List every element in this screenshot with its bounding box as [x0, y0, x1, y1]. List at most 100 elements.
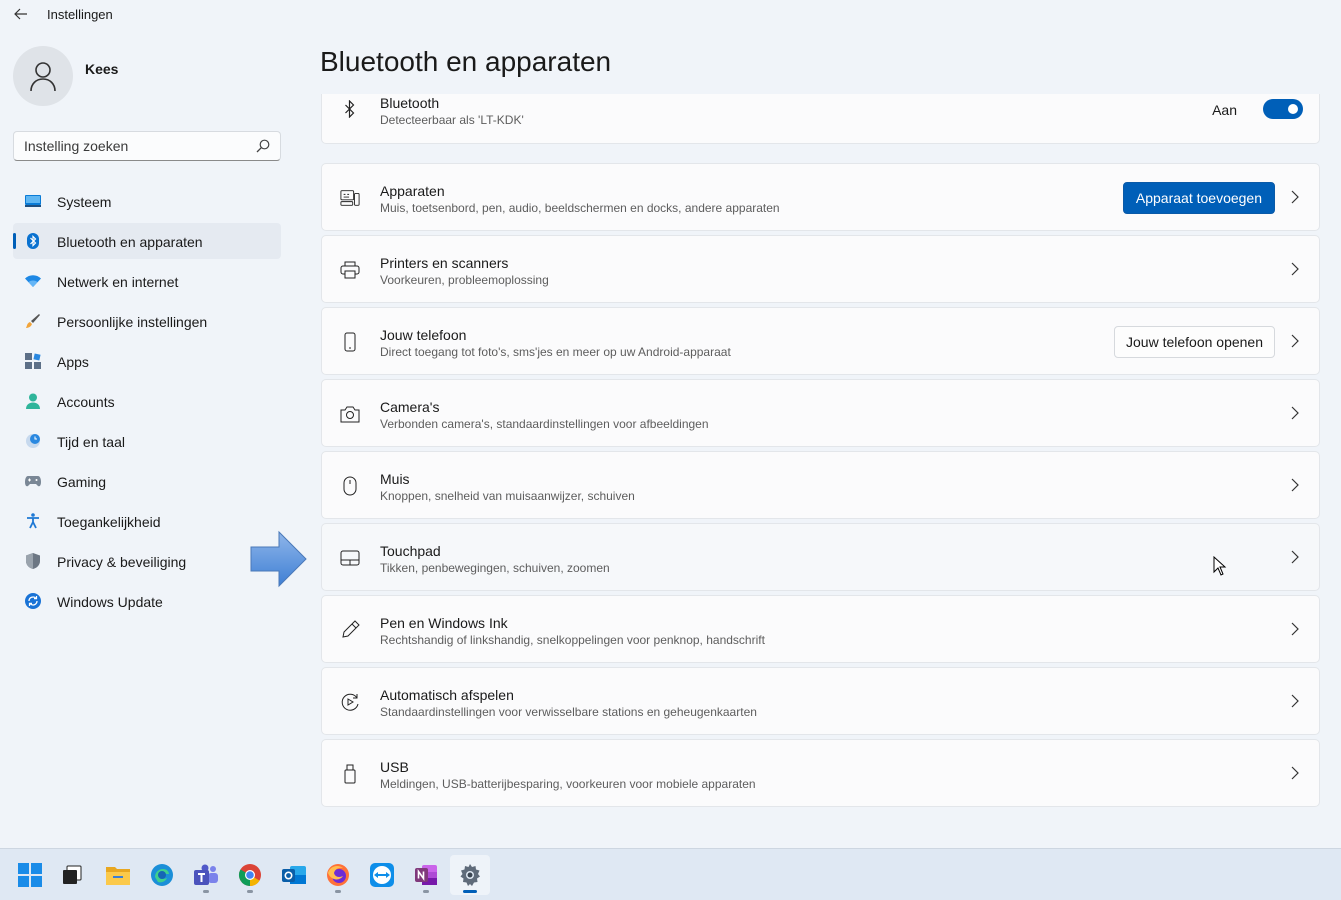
user-name: Kees — [85, 61, 119, 77]
search-box[interactable] — [13, 131, 281, 161]
card-title: Pen en Windows Ink — [380, 615, 508, 631]
sidebar-item-toegankelijkheid[interactable]: Toegankelijkheid — [13, 503, 281, 539]
sidebar-item-label: Persoonlijke instellingen — [57, 314, 208, 330]
taskbar-teams[interactable] — [186, 855, 226, 895]
open-phone-button[interactable]: Jouw telefoon openen — [1114, 326, 1275, 358]
back-arrow-icon — [14, 8, 27, 20]
taskbar-onenote[interactable] — [406, 855, 446, 895]
taskbar-file-explorer[interactable] — [98, 855, 138, 895]
card-title: Camera's — [380, 399, 440, 415]
gamepad-icon — [25, 473, 41, 489]
sidebar-item-tijd-taal[interactable]: Tijd en taal — [13, 423, 281, 459]
taskbar-teamviewer[interactable] — [362, 855, 402, 895]
card-pen-windows-ink[interactable]: Pen en Windows Ink Rechtshandig of links… — [321, 595, 1320, 663]
phone-icon — [340, 332, 360, 352]
card-touchpad[interactable]: Touchpad Tikken, penbewegingen, schuiven… — [321, 523, 1320, 591]
sidebar-item-label: Apps — [57, 354, 89, 370]
chevron-right-icon — [1291, 694, 1299, 708]
settings-gear-icon — [460, 864, 480, 886]
apps-icon — [25, 353, 41, 369]
card-subtitle: Verbonden camera's, standaardinstellinge… — [380, 417, 709, 431]
firefox-icon — [327, 864, 349, 886]
card-subtitle: Knoppen, snelheid van muisaanwijzer, sch… — [380, 489, 635, 503]
sidebar-item-apps[interactable]: Apps — [13, 343, 281, 379]
taskbar-settings[interactable] — [450, 855, 490, 895]
taskbar-outlook[interactable] — [274, 855, 314, 895]
bluetooth-icon — [340, 99, 360, 119]
taskbar-firefox[interactable] — [318, 855, 358, 895]
chevron-right-icon — [1291, 622, 1299, 636]
teams-icon — [194, 864, 218, 885]
sidebar-item-privacy[interactable]: Privacy & beveiliging — [13, 543, 281, 579]
taskbar — [0, 848, 1341, 900]
card-subtitle: Standaardinstellingen voor verwisselbare… — [380, 705, 757, 719]
printer-icon — [340, 260, 360, 280]
toggle-state-label: Aan — [1212, 102, 1237, 118]
sidebar-item-label: Windows Update — [57, 594, 163, 610]
sidebar-item-label: Tijd en taal — [57, 434, 125, 450]
sidebar-item-gaming[interactable]: Gaming — [13, 463, 281, 499]
card-automatisch-afspelen[interactable]: Automatisch afspelen Standaardinstelling… — [321, 667, 1320, 735]
search-icon[interactable] — [256, 139, 270, 153]
card-muis[interactable]: Muis Knoppen, snelheid van muisaanwijzer… — [321, 451, 1320, 519]
sidebar-item-windows-update[interactable]: Windows Update — [13, 583, 281, 619]
sidebar-item-persoonlijk[interactable]: Persoonlijke instellingen — [13, 303, 281, 339]
sidebar-item-accounts[interactable]: Accounts — [13, 383, 281, 419]
back-button[interactable] — [8, 3, 34, 25]
sidebar-item-label: Systeem — [57, 194, 112, 210]
card-apparaten[interactable]: Apparaten Muis, toetsenbord, pen, audio,… — [321, 163, 1320, 231]
chevron-right-icon — [1291, 766, 1299, 780]
edge-icon — [151, 864, 173, 886]
taskbar-start[interactable] — [10, 855, 50, 895]
bluetooth-icon — [25, 233, 41, 249]
camera-icon — [340, 404, 360, 424]
sidebar-item-label: Netwerk en internet — [57, 274, 179, 290]
sidebar-item-netwerk[interactable]: Netwerk en internet — [13, 263, 281, 299]
chevron-right-icon — [1291, 262, 1299, 276]
page-title: Bluetooth en apparaten — [320, 46, 612, 77]
mouse-cursor-icon — [1213, 556, 1227, 576]
chevron-right-icon — [1291, 190, 1299, 204]
card-jouw-telefoon[interactable]: Jouw telefoon Direct toegang tot foto's,… — [321, 307, 1320, 375]
brush-icon — [25, 313, 41, 329]
running-indicator — [335, 890, 341, 893]
monitor-icon — [25, 193, 41, 209]
bluetooth-toggle[interactable] — [1263, 99, 1303, 119]
taskbar-task-view[interactable] — [52, 855, 92, 895]
outlook-icon — [282, 866, 306, 884]
wifi-icon — [25, 273, 41, 289]
task-view-icon — [63, 865, 82, 884]
card-subtitle: Muis, toetsenbord, pen, audio, beeldsche… — [380, 201, 780, 215]
chevron-right-icon — [1291, 406, 1299, 420]
card-title: USB — [380, 759, 409, 775]
windows-start-icon — [18, 863, 42, 887]
taskbar-chrome[interactable] — [230, 855, 270, 895]
folder-icon — [106, 867, 130, 885]
sidebar-nav: Systeem Bluetooth en apparaten Netwerk e… — [13, 183, 281, 623]
pen-icon — [340, 620, 360, 640]
avatar[interactable] — [13, 46, 73, 106]
taskbar-edge[interactable] — [142, 855, 182, 895]
card-subtitle: Meldingen, USB-batterijbesparing, voorke… — [380, 777, 756, 791]
app-title: Instellingen — [47, 7, 113, 22]
card-usb[interactable]: USB Meldingen, USB-batterijbesparing, vo… — [321, 739, 1320, 807]
card-title: Printers en scanners — [380, 255, 509, 271]
usb-icon — [340, 764, 360, 784]
card-title: Jouw telefoon — [380, 327, 467, 343]
sidebar-item-systeem[interactable]: Systeem — [13, 183, 281, 219]
card-subtitle: Direct toegang tot foto's, sms'jes en me… — [380, 345, 731, 359]
title-bar: Instellingen — [0, 0, 1341, 28]
card-printers[interactable]: Printers en scanners Voorkeuren, problee… — [321, 235, 1320, 303]
search-input[interactable] — [14, 132, 246, 160]
card-subtitle: Tikken, penbewegingen, schuiven, zoomen — [380, 561, 610, 575]
touchpad-icon — [340, 548, 360, 568]
chevron-right-icon — [1291, 478, 1299, 492]
sidebar-item-bluetooth[interactable]: Bluetooth en apparaten — [13, 223, 281, 259]
add-device-button[interactable]: Apparaat toevoegen — [1122, 182, 1275, 214]
card-subtitle: Detecteerbaar als 'LT-KDK' — [380, 113, 524, 127]
person-icon — [30, 62, 56, 92]
card-subtitle: Rechtshandig of linkshandig, snelkoppeli… — [380, 633, 765, 647]
sidebar-item-label: Accounts — [57, 394, 115, 410]
card-title: Muis — [380, 471, 410, 487]
card-cameras[interactable]: Camera's Verbonden camera's, standaardin… — [321, 379, 1320, 447]
